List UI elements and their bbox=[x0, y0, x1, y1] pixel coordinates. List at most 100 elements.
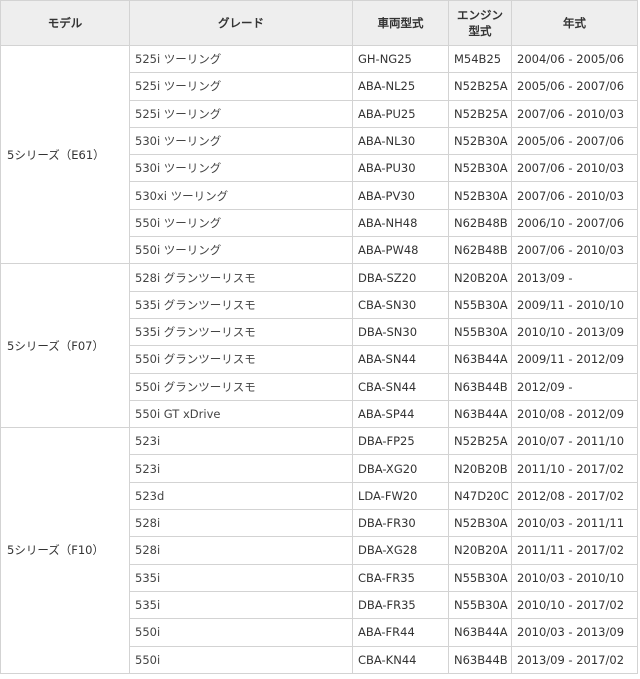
header-years: 年式 bbox=[511, 0, 638, 46]
chassis-code-cell: LDA-FW20 bbox=[352, 481, 449, 511]
chassis-code-cell: DBA-XG20 bbox=[352, 454, 449, 483]
model-cell: 5シリーズ（E61） bbox=[0, 44, 130, 265]
grade-cell: 550i ツーリング bbox=[129, 236, 353, 265]
header-row: モデル グレード 車両型式 エンジン 型式 年式 bbox=[0, 0, 638, 46]
engine-code-cell: N63B44B bbox=[448, 645, 512, 674]
chassis-code-cell: CBA-SN44 bbox=[352, 372, 449, 401]
header-engine-line2: 型式 bbox=[468, 24, 492, 38]
years-cell: 2009/11 - 2012/09 bbox=[511, 345, 638, 374]
years-cell: 2005/06 - 2007/06 bbox=[511, 126, 638, 156]
years-cell: 2004/06 - 2005/06 bbox=[511, 44, 638, 74]
engine-code-cell: N20B20A bbox=[448, 263, 512, 292]
header-grade: グレード bbox=[129, 0, 353, 46]
engine-code-cell: N55B30A bbox=[448, 563, 512, 592]
years-cell: 2010/08 - 2012/09 bbox=[511, 399, 638, 429]
chassis-code-cell: GH-NG25 bbox=[352, 44, 449, 74]
engine-code-cell: N55B30A bbox=[448, 317, 512, 347]
chassis-code-cell: ABA-SN44 bbox=[352, 345, 449, 374]
engine-code-cell: N55B30A bbox=[448, 590, 512, 620]
grade-cell: 530xi ツーリング bbox=[129, 181, 353, 210]
grade-cell: 535i bbox=[129, 563, 353, 592]
grade-cell: 525i ツーリング bbox=[129, 44, 353, 74]
engine-code-cell: M54B25 bbox=[448, 44, 512, 74]
years-cell: 2012/09 - bbox=[511, 372, 638, 401]
engine-code-cell: N52B25A bbox=[448, 99, 512, 128]
grade-cell: 550i グランツーリスモ bbox=[129, 372, 353, 401]
chassis-code-cell: ABA-SP44 bbox=[352, 399, 449, 429]
table-row: 5シリーズ（E61） 525i ツーリング GH-NG25 M54B25 2004/06… bbox=[0, 44, 638, 265]
chassis-code-cell: ABA-NH48 bbox=[352, 208, 449, 238]
model-cell: 5シリーズ（F07） bbox=[0, 263, 130, 429]
chassis-code-cell: ABA-PU30 bbox=[352, 154, 449, 183]
engine-code-cell: N55B30A bbox=[448, 290, 512, 319]
chassis-code-cell: CBA-SN30 bbox=[352, 290, 449, 319]
grade-cell: 550i グランツーリスモ bbox=[129, 345, 353, 374]
grade-cell: 535i bbox=[129, 590, 353, 620]
grade-cell: 535i グランツーリスモ bbox=[129, 290, 353, 319]
engine-code-cell: N63B44A bbox=[448, 345, 512, 374]
grade-cell: 528i bbox=[129, 509, 353, 538]
grade-cell: 523i bbox=[129, 427, 353, 456]
grade-cell: 528i bbox=[129, 536, 353, 565]
model-cell: 5シリーズ（F10） bbox=[0, 427, 130, 674]
engine-code-cell: N52B25A bbox=[448, 72, 512, 101]
years-cell: 2010/03 - 2010/10 bbox=[511, 563, 638, 592]
grade-cell: 535i グランツーリスモ bbox=[129, 317, 353, 347]
years-cell: 2010/03 - 2011/11 bbox=[511, 509, 638, 538]
years-cell: 2013/09 - bbox=[511, 263, 638, 292]
grade-cell: 550i bbox=[129, 645, 353, 674]
header-engine-line1: エンジン bbox=[457, 8, 503, 22]
engine-code-cell: N20B20B bbox=[448, 454, 512, 483]
engine-code-cell: N63B44A bbox=[448, 618, 512, 647]
grade-cell: 530i ツーリング bbox=[129, 154, 353, 183]
compatibility-table: モデル グレード 車両型式 エンジン 型式 年式 5シリーズ（E61） 525i … bbox=[0, 0, 638, 674]
chassis-code-cell: ABA-PV30 bbox=[352, 181, 449, 210]
years-cell: 2005/06 - 2007/06 bbox=[511, 72, 638, 101]
years-cell: 2010/10 - 2017/02 bbox=[511, 590, 638, 620]
years-cell: 2007/06 - 2010/03 bbox=[511, 181, 638, 210]
table-row: 5シリーズ（F10） 523i DBA-FP25 N52B25A 2010/07 - 2… bbox=[0, 427, 638, 674]
engine-code-cell: N52B30A bbox=[448, 181, 512, 210]
years-cell: 2007/06 - 2010/03 bbox=[511, 236, 638, 265]
chassis-code-cell: CBA-FR35 bbox=[352, 563, 449, 592]
engine-code-cell: N63B44B bbox=[448, 372, 512, 401]
engine-code-cell: N52B30A bbox=[448, 154, 512, 183]
table-body: 5シリーズ（E61） 525i ツーリング GH-NG25 M54B25 2004/06… bbox=[0, 44, 638, 674]
chassis-code-cell: ABA-NL30 bbox=[352, 126, 449, 156]
header-model: モデル bbox=[0, 0, 130, 46]
chassis-code-cell: DBA-SZ20 bbox=[352, 263, 449, 292]
engine-code-cell: N62B48B bbox=[448, 208, 512, 238]
years-cell: 2010/03 - 2013/09 bbox=[511, 618, 638, 647]
years-cell: 2012/08 - 2017/02 bbox=[511, 481, 638, 511]
grade-cell: 523d bbox=[129, 481, 353, 511]
chassis-code-cell: DBA-XG28 bbox=[352, 536, 449, 565]
years-cell: 2006/10 - 2007/06 bbox=[511, 208, 638, 238]
grade-cell: 525i ツーリング bbox=[129, 72, 353, 101]
grade-cell: 550i ツーリング bbox=[129, 208, 353, 238]
years-cell: 2007/06 - 2010/03 bbox=[511, 154, 638, 183]
engine-code-cell: N52B30A bbox=[448, 126, 512, 156]
engine-code-cell: N63B44A bbox=[448, 399, 512, 429]
chassis-code-cell: CBA-KN44 bbox=[352, 645, 449, 674]
engine-code-cell: N62B48B bbox=[448, 236, 512, 265]
years-cell: 2011/11 - 2017/02 bbox=[511, 536, 638, 565]
engine-code-cell: N52B30A bbox=[448, 509, 512, 538]
chassis-code-cell: ABA-PW48 bbox=[352, 236, 449, 265]
years-cell: 2007/06 - 2010/03 bbox=[511, 99, 638, 128]
grade-cell: 525i ツーリング bbox=[129, 99, 353, 128]
grade-cell: 523i bbox=[129, 454, 353, 483]
years-cell: 2013/09 - 2017/02 bbox=[511, 645, 638, 674]
chassis-code-cell: DBA-FR35 bbox=[352, 590, 449, 620]
header-chassis-code: 車両型式 bbox=[352, 0, 449, 46]
engine-code-cell: N52B25A bbox=[448, 427, 512, 456]
grade-cell: 550i bbox=[129, 618, 353, 647]
years-cell: 2011/10 - 2017/02 bbox=[511, 454, 638, 483]
chassis-code-cell: ABA-PU25 bbox=[352, 99, 449, 128]
header-engine-code: エンジン 型式 bbox=[448, 0, 512, 46]
table-row: 5シリーズ（F07） 528i グランツーリスモ DBA-SZ20 N20B20A 20… bbox=[0, 263, 638, 429]
chassis-code-cell: ABA-NL25 bbox=[352, 72, 449, 101]
engine-code-cell: N20B20A bbox=[448, 536, 512, 565]
chassis-code-cell: DBA-FR30 bbox=[352, 509, 449, 538]
years-cell: 2010/07 - 2011/10 bbox=[511, 427, 638, 456]
chassis-code-cell: DBA-SN30 bbox=[352, 317, 449, 347]
